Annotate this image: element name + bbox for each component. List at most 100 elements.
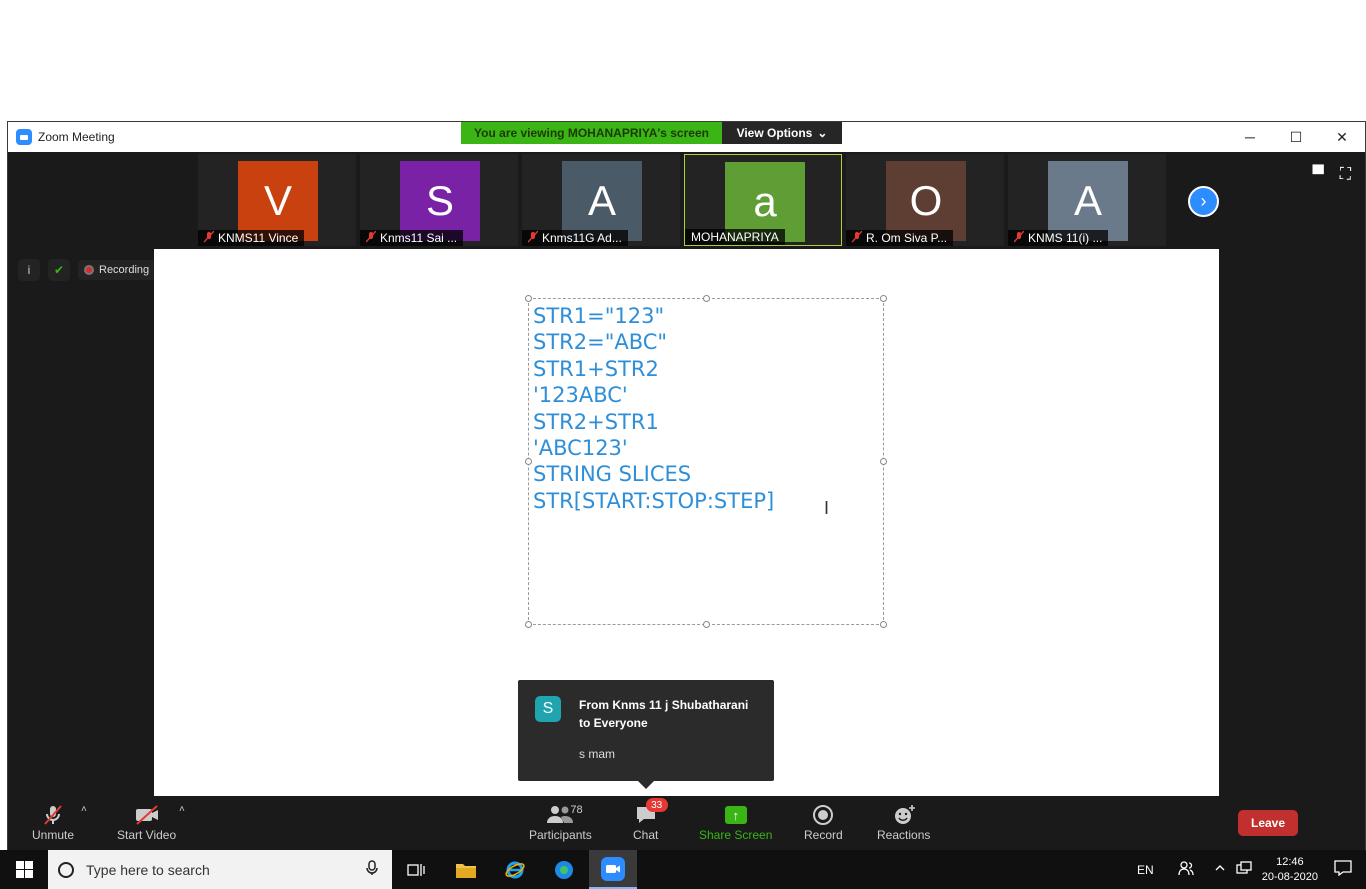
participant-name: Knms11 Sai ...	[380, 231, 458, 245]
screen: Zoom Meeting You are viewing MOHANAPRIYA…	[0, 0, 1366, 889]
share-screen-icon: ↑	[724, 802, 747, 828]
record-button[interactable]: Record	[804, 802, 843, 842]
participant-tile[interactable]: S Knms11 Sai ...	[360, 154, 518, 246]
fullscreen-icon[interactable]: ⛶	[1340, 166, 1351, 184]
code-line: STR1="123"	[533, 304, 665, 328]
window-title: Zoom Meeting	[38, 130, 115, 144]
video-options-caret-icon[interactable]: ˄	[179, 804, 185, 815]
close-button[interactable]: ✕	[1319, 122, 1365, 152]
task-view-icon[interactable]	[392, 850, 440, 889]
record-label: Record	[804, 828, 843, 842]
avatar: A	[1048, 161, 1128, 241]
resize-handle[interactable]	[525, 458, 532, 465]
participant-name-tag: KNMS 11(i) ...	[1008, 230, 1109, 246]
avatar: A	[562, 161, 642, 241]
meeting-meta: i ✔ Recording	[18, 259, 156, 281]
notifications-icon[interactable]	[1334, 860, 1352, 879]
gallery-view-icon[interactable]: ▀	[1312, 166, 1323, 184]
text-cursor-icon: I	[824, 498, 830, 518]
resize-handle[interactable]	[880, 621, 887, 628]
microphone-icon[interactable]	[366, 860, 378, 879]
viewing-screen-label: You are viewing MOHANAPRIYA's screen	[461, 122, 722, 144]
participant-name: MOHANAPRIYA	[691, 230, 779, 244]
participant-tile[interactable]: V KNMS11 Vince	[198, 154, 356, 246]
next-page-button[interactable]: ›	[1188, 186, 1219, 217]
edge-browser-icon[interactable]	[540, 850, 588, 889]
participant-name: Knms11G Ad...	[542, 231, 622, 245]
maximize-button[interactable]: ☐	[1273, 122, 1319, 152]
file-explorer-icon[interactable]	[442, 850, 490, 889]
participant-name: KNMS11 Vince	[218, 231, 299, 245]
people-icon[interactable]	[1178, 860, 1194, 879]
resize-handle[interactable]	[525, 621, 532, 628]
participant-tile[interactable]: A KNMS 11(i) ...	[1008, 154, 1166, 246]
unmute-button[interactable]: Unmute	[32, 802, 74, 842]
resize-handle[interactable]	[525, 295, 532, 302]
clock-time: 12:46	[1276, 855, 1304, 868]
code-line: 'ABC123'	[533, 436, 628, 461]
avatar: S	[535, 696, 561, 722]
participants-count: 78	[570, 804, 583, 816]
info-icon[interactable]: i	[18, 259, 40, 281]
mic-off-icon	[1013, 230, 1025, 246]
chat-button[interactable]: 33 Chat	[633, 798, 668, 842]
text-box[interactable]: STR1="123" STR2="ABC" STR1+STR2'123ABC' STR…	[525, 295, 887, 628]
meeting-toolbar: Unmute ˄ Start Video ˄ 78 Participants 3…	[8, 796, 1365, 851]
participant-tile[interactable]: O R. Om Siva P...	[846, 154, 1004, 246]
participants-label: Participants	[529, 828, 592, 842]
avatar: S	[400, 161, 480, 241]
participant-name-tag: R. Om Siva P...	[846, 230, 954, 246]
audio-options-caret-icon[interactable]: ˄	[81, 804, 87, 815]
viewing-banner: You are viewing MOHANAPRIYA's screen Vie…	[461, 122, 842, 144]
start-video-button[interactable]: Start Video	[117, 802, 176, 842]
start-button[interactable]	[0, 850, 48, 889]
reactions-icon	[892, 802, 916, 828]
mic-off-icon	[203, 230, 215, 246]
video-off-icon	[133, 802, 161, 828]
chat-sender: From Knms 11 j Shubatharani to Everyone	[579, 698, 749, 730]
chat-notification[interactable]: S From Knms 11 j Shubatharani to Everyon…	[518, 680, 774, 789]
chevron-down-icon: ⌄	[817, 126, 828, 140]
view-options-button[interactable]: View Options ⌄	[722, 122, 842, 144]
system-clock[interactable]: 12:46 20-08-2020	[1262, 855, 1318, 885]
resize-handle[interactable]	[703, 621, 710, 628]
zoom-taskbar-icon[interactable]	[589, 850, 637, 889]
participant-tile[interactable]: A Knms11G Ad...	[522, 154, 680, 246]
network-icon[interactable]	[1236, 861, 1252, 878]
participants-button[interactable]: 78 Participants	[529, 802, 592, 842]
share-screen-button[interactable]: ↑ Share Screen	[699, 802, 772, 842]
leave-button[interactable]: Leave	[1238, 810, 1298, 836]
reactions-button[interactable]: Reactions	[877, 802, 930, 842]
start-video-label: Start Video	[117, 828, 177, 842]
code-lines: STR1="123" STR2="ABC" STR1+STR2'123ABC' STR…	[533, 303, 774, 514]
code-line: STR[START:STOP:STEP]	[533, 488, 775, 513]
code-line: STR2+STR1	[533, 409, 659, 434]
recording-label: Recording	[99, 264, 150, 276]
code-line: '123ABC'	[533, 383, 628, 408]
recording-indicator[interactable]: Recording	[78, 260, 156, 280]
system-tray: EN 12:46 20-08-2020	[1137, 850, 1366, 889]
view-options-label: View Options	[736, 126, 813, 140]
resize-handle[interactable]	[880, 295, 887, 302]
language-indicator[interactable]: EN	[1137, 863, 1154, 877]
resize-handle[interactable]	[703, 295, 710, 302]
participant-name: R. Om Siva P...	[866, 231, 948, 245]
resize-handle[interactable]	[880, 458, 887, 465]
chat-message: s mam	[579, 747, 615, 761]
share-screen-label: Share Screen	[699, 828, 773, 842]
taskbar-search[interactable]: Type here to search	[48, 850, 392, 889]
minimize-button[interactable]: ─	[1227, 122, 1273, 152]
cortana-icon	[58, 861, 74, 878]
zoom-meeting-window: Zoom Meeting You are viewing MOHANAPRIYA…	[7, 121, 1366, 851]
participant-name-tag: MOHANAPRIYA	[685, 229, 785, 245]
zoom-app-icon	[16, 129, 32, 145]
title-bar: Zoom Meeting You are viewing MOHANAPRIYA…	[8, 122, 1365, 152]
mic-off-icon	[365, 230, 377, 246]
windows-taskbar: Type here to search EN 12:46 20-08-2020	[0, 850, 1366, 889]
participant-tile[interactable]: a MOHANAPRIYA	[684, 154, 842, 246]
shield-icon[interactable]: ✔	[48, 259, 70, 281]
internet-explorer-icon[interactable]	[491, 850, 539, 889]
chevron-up-icon[interactable]	[1214, 862, 1226, 877]
participant-strip: V KNMS11 Vince S Knms11 Sai ... A Knms11G Ad.…	[198, 154, 1166, 246]
windows-logo-icon	[15, 861, 33, 878]
